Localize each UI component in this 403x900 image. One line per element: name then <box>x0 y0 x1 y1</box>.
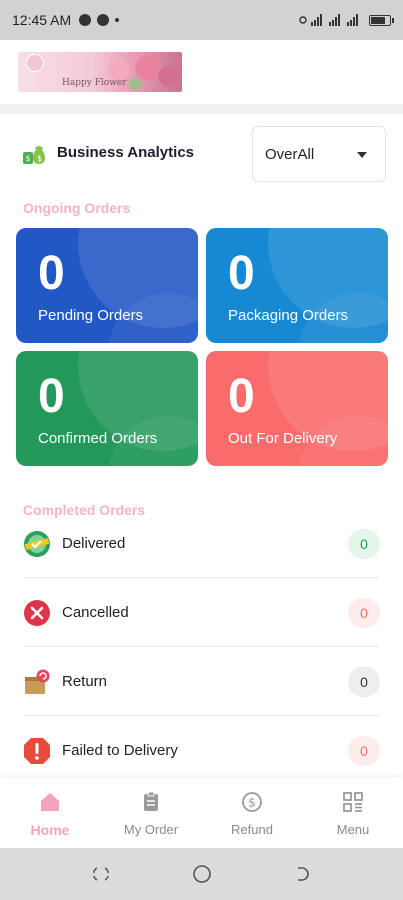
analytics-header: $ $ Business Analytics OverAll <box>0 124 403 184</box>
svg-text:$: $ <box>37 154 42 163</box>
back-icon[interactable] <box>292 864 312 884</box>
status-notification-icons <box>79 14 120 26</box>
nav-item-home[interactable]: Home <box>0 778 100 848</box>
app-notification-icon <box>97 14 110 26</box>
nav-label-home: Home <box>30 822 70 838</box>
bottom-navigation: Home My Order $ Refund Menu <box>0 778 403 848</box>
list-item-delivered[interactable]: Delivered 0 <box>0 510 403 578</box>
confirmed-orders-label: Confirmed Orders <box>38 430 158 447</box>
out-for-delivery-count: 0 <box>228 370 255 423</box>
list-divider <box>23 715 380 716</box>
confirmed-orders-count: 0 <box>38 370 65 423</box>
list-item-label: Cancelled <box>62 604 129 621</box>
list-item-failed-delivery[interactable]: Failed to Delivery 0 <box>0 717 403 785</box>
more-notifications-icon <box>115 18 120 22</box>
battery-icon <box>369 14 394 26</box>
status-time: 12:45 AM <box>12 12 72 28</box>
cancelled-count-badge: 0 <box>348 598 380 628</box>
out-for-delivery-card[interactable]: 0 Out For Delivery <box>206 351 388 466</box>
packaging-orders-label: Packaging Orders <box>228 307 349 324</box>
pending-orders-label: Pending Orders <box>38 307 144 324</box>
home-button-icon[interactable] <box>192 864 212 884</box>
ongoing-orders-title: Ongoing Orders <box>23 200 131 216</box>
analytics-title: Business Analytics <box>57 144 194 161</box>
list-item-cancelled[interactable]: Cancelled 0 <box>0 579 403 647</box>
app-header: Happy Flower <box>0 40 403 104</box>
nav-label-menu: Menu <box>336 822 370 837</box>
store-logo[interactable]: Happy Flower <box>18 52 182 92</box>
nav-label-my-order: My Order <box>123 822 179 837</box>
logo-text: Happy Flower <box>62 78 127 88</box>
system-navigation-bar <box>0 848 403 900</box>
pending-orders-card[interactable]: 0 Pending Orders <box>16 228 198 343</box>
section-divider <box>0 104 403 114</box>
status-bar: 12:45 AM <box>0 0 403 40</box>
failed-delivery-count-badge: 0 <box>348 736 380 766</box>
nav-item-my-order[interactable]: My Order <box>101 778 201 848</box>
return-box-icon <box>25 669 50 694</box>
list-item-label: Return <box>62 673 108 690</box>
cancel-icon <box>24 600 50 626</box>
alert-icon <box>24 738 50 764</box>
logo-badge-icon <box>26 54 44 72</box>
money-bag-icon: $ $ <box>23 146 45 164</box>
delivered-badge-icon <box>24 531 50 557</box>
notification-icon <box>79 14 92 26</box>
nav-item-menu[interactable]: Menu <box>303 778 403 848</box>
confirmed-orders-card[interactable]: 0 Confirmed Orders <box>16 351 198 466</box>
period-filter-value: OverAll <box>265 146 315 163</box>
svg-text:$: $ <box>248 796 256 810</box>
out-for-delivery-label: Out For Delivery <box>228 430 338 447</box>
return-count-badge: 0 <box>348 667 380 697</box>
order-icon <box>144 791 158 811</box>
status-system-icons <box>299 14 394 26</box>
svg-text:$: $ <box>25 154 30 163</box>
recent-apps-icon[interactable] <box>91 864 111 884</box>
refund-icon: $ <box>242 792 262 812</box>
nav-item-refund[interactable]: $ Refund <box>202 778 302 848</box>
menu-icon <box>343 792 363 812</box>
signal-icon <box>299 14 358 26</box>
chevron-down-icon <box>357 152 367 158</box>
pending-orders-count: 0 <box>38 247 65 300</box>
list-divider <box>23 577 380 578</box>
list-item-return[interactable]: Return 0 <box>0 648 403 716</box>
packaging-orders-count: 0 <box>228 247 255 300</box>
nav-label-refund: Refund <box>231 822 273 837</box>
list-item-label: Delivered <box>62 535 126 552</box>
period-filter-dropdown[interactable]: OverAll <box>252 126 386 182</box>
delivered-count-badge: 0 <box>348 529 380 559</box>
list-divider <box>23 646 380 647</box>
list-item-label: Failed to Delivery <box>62 742 178 759</box>
home-icon <box>41 793 59 811</box>
packaging-orders-card[interactable]: 0 Packaging Orders <box>206 228 388 343</box>
